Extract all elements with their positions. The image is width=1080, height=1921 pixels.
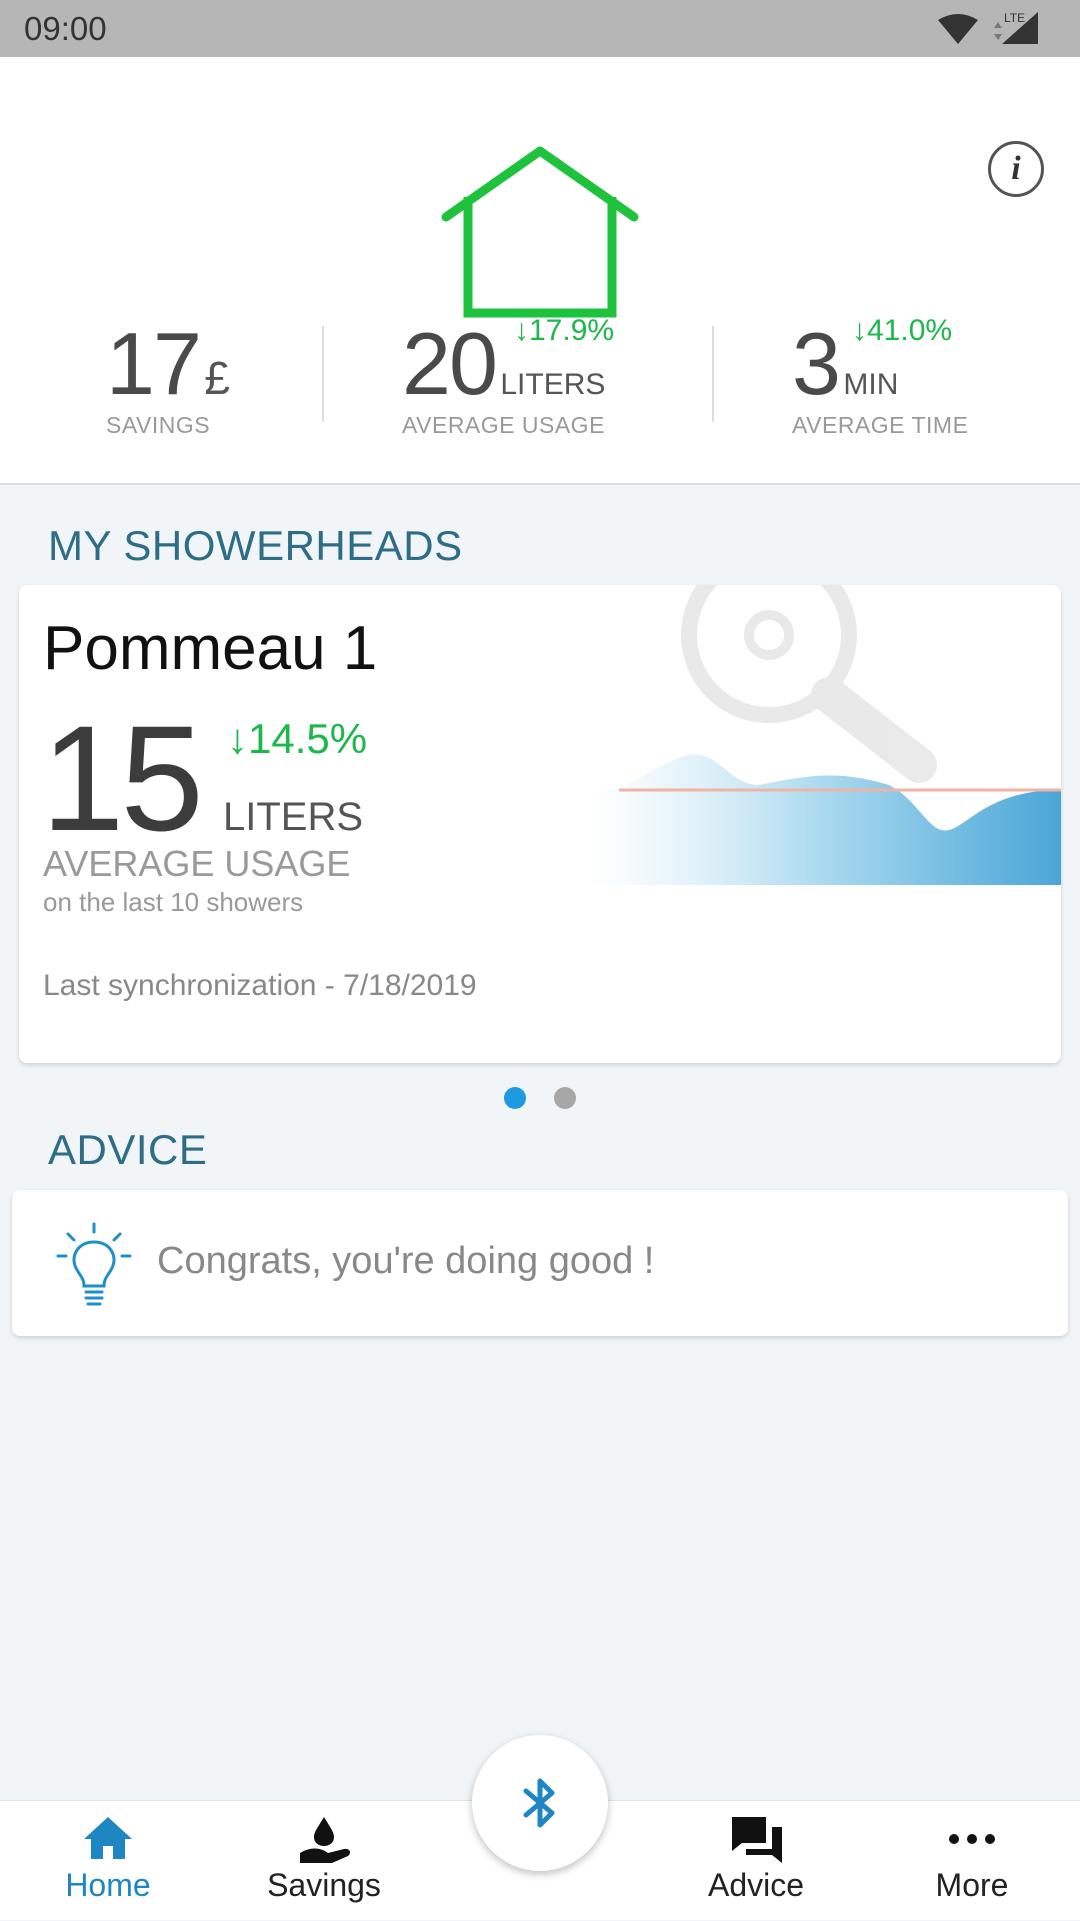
nav-label-savings: Savings bbox=[267, 1867, 381, 1903]
last-sync-text: Last synchronization - 7/18/2019 bbox=[43, 969, 477, 1002]
down-arrow-icon: ↓ bbox=[852, 314, 867, 347]
showerhead-usage-value: 15 bbox=[41, 694, 204, 862]
nav-label-home: Home bbox=[65, 1867, 151, 1903]
wifi-icon bbox=[938, 14, 978, 44]
chat-icon bbox=[732, 1817, 782, 1863]
stat-divider bbox=[712, 326, 714, 422]
down-arrow-icon: ↓ bbox=[514, 314, 529, 347]
bluetooth-button[interactable] bbox=[472, 1735, 608, 1871]
average-time-change: 41.0% bbox=[867, 314, 953, 347]
carousel-page-indicator bbox=[0, 1087, 1080, 1109]
showerhead-usage-change: ↓14.5% bbox=[227, 715, 368, 762]
page-dot[interactable] bbox=[554, 1087, 576, 1109]
page-dot-active[interactable] bbox=[504, 1087, 526, 1109]
average-usage-change: 17.9% bbox=[529, 314, 615, 347]
showerhead-card[interactable]: Pommeau 1 15 ↓14.5% LITERS AVERAGE USAGE… bbox=[19, 585, 1061, 1063]
nav-item-more[interactable]: More bbox=[872, 1801, 1072, 1921]
average-time-stat: 3 ↓41.0% MIN AVERAGE TIME bbox=[792, 314, 969, 439]
savings-unit: £ bbox=[204, 352, 230, 404]
showerhead-usage-unit: LITERS bbox=[223, 795, 364, 839]
nav-item-home[interactable]: Home bbox=[8, 1801, 208, 1921]
more-icon bbox=[949, 1834, 995, 1844]
info-button[interactable]: i bbox=[988, 141, 1044, 197]
advice-section-title: ADVICE bbox=[48, 1126, 208, 1173]
advice-text: Congrats, you're doing good ! bbox=[157, 1240, 655, 1282]
status-bar: 09:00 LTE bbox=[0, 0, 1080, 57]
lightbulb-icon bbox=[56, 1222, 132, 1306]
nav-label-more: More bbox=[935, 1867, 1009, 1903]
average-time-label: AVERAGE TIME bbox=[792, 412, 969, 438]
average-usage-unit: LITERS bbox=[500, 368, 606, 401]
down-arrow-icon: ↓ bbox=[227, 715, 248, 762]
showerhead-usage-label: AVERAGE USAGE bbox=[43, 843, 351, 884]
stat-divider bbox=[322, 326, 324, 422]
nav-item-savings[interactable]: Savings bbox=[224, 1801, 424, 1921]
house-icon bbox=[441, 146, 639, 318]
nav-label-advice: Advice bbox=[707, 1867, 805, 1903]
info-icon: i bbox=[1011, 150, 1021, 187]
home-icon bbox=[84, 1817, 132, 1859]
savings-icon bbox=[300, 1817, 351, 1863]
average-time-unit: MIN bbox=[843, 368, 899, 401]
nav-item-advice[interactable]: Advice bbox=[656, 1801, 856, 1921]
showerhead-name: Pommeau 1 bbox=[43, 614, 378, 683]
savings-value: 17 bbox=[106, 314, 202, 413]
average-usage-label: AVERAGE USAGE bbox=[402, 412, 605, 438]
average-time-value: 3 bbox=[792, 314, 841, 413]
bluetooth-icon bbox=[523, 1778, 555, 1828]
status-icons: LTE bbox=[934, 10, 1044, 51]
average-usage-stat: 20 ↓17.9% LITERS AVERAGE USAGE bbox=[402, 314, 614, 439]
status-time: 09:00 bbox=[24, 10, 107, 47]
network-type-label: LTE bbox=[1004, 11, 1025, 25]
average-usage-value: 20 bbox=[402, 314, 498, 413]
savings-label: SAVINGS bbox=[106, 412, 211, 438]
usage-wave-chart bbox=[589, 585, 1061, 885]
showerhead-watermark-icon bbox=[681, 585, 937, 783]
showerheads-section-title: MY SHOWERHEADS bbox=[48, 522, 463, 569]
showerhead-usage-sublabel: on the last 10 showers bbox=[43, 887, 304, 917]
savings-stat: 17 £ SAVINGS bbox=[106, 320, 230, 439]
advice-card[interactable]: Congrats, you're doing good ! bbox=[12, 1190, 1068, 1336]
